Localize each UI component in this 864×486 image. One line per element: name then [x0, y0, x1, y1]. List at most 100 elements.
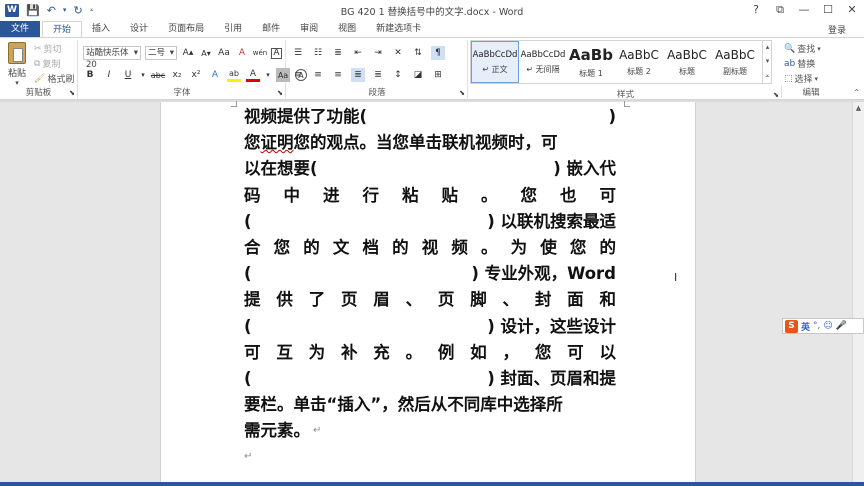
undo-dropdown-icon[interactable]: ▾	[63, 6, 67, 14]
align-right-icon[interactable]: ≡	[331, 68, 345, 82]
maximize-button[interactable]: ☐	[816, 0, 840, 20]
tab-design[interactable]: 设计	[120, 21, 158, 38]
style-subtitle[interactable]: AaBbC 副标题	[711, 41, 759, 83]
customize-qat-icon[interactable]: ⩡	[90, 6, 94, 15]
align-left-icon[interactable]: ≡	[291, 68, 305, 82]
numbering-icon[interactable]: ☷	[311, 46, 325, 60]
find-button[interactable]: 🔍 查找 ▾	[784, 42, 821, 56]
borders-icon[interactable]: ⊞	[431, 68, 445, 82]
text-line[interactable]: 可互为补充。例如，您可以	[244, 340, 616, 366]
grow-font-button[interactable]: A ▴	[181, 46, 195, 60]
text-line[interactable]: 码 中 进 行 粘 贴 。 您 也 可	[244, 183, 616, 209]
document-area[interactable]: 视频提供了功能() 您证明您的观点。当您单击联机视频时，可 以在想要() 嵌入代码 中…	[0, 101, 852, 486]
style-normal[interactable]: AaBbCcDd ↵ 正文	[471, 41, 519, 83]
ribbon-display-button[interactable]: ⧉	[768, 0, 792, 20]
clipboard-launcher-icon[interactable]: ⬊	[69, 89, 75, 97]
tab-mailings[interactable]: 邮件	[252, 21, 290, 38]
style-title[interactable]: AaBbC 标题	[663, 41, 711, 83]
document-text[interactable]: 视频提供了功能() 您证明您的观点。当您单击联机视频时，可 以在想要() 嵌入代码 中…	[244, 104, 616, 471]
align-center-icon[interactable]: ≡	[311, 68, 325, 82]
tab-references[interactable]: 引用	[214, 21, 252, 38]
font-launcher-icon[interactable]: ⬊	[277, 89, 283, 97]
increase-indent-icon[interactable]: ⇥	[371, 46, 385, 60]
text-effects-button[interactable]: A	[208, 68, 222, 82]
change-case-button[interactable]: Aa	[217, 46, 231, 60]
text-line[interactable]: 合您的文档的视频。为使您的	[244, 235, 616, 261]
style-heading-2[interactable]: AaBbC 标题 2	[615, 41, 663, 83]
close-button[interactable]: ✕	[840, 0, 864, 20]
copy-button[interactable]: ⧉ 复制	[34, 57, 60, 71]
paragraph-launcher-icon[interactable]: ⬊	[459, 89, 465, 97]
collapse-ribbon-icon[interactable]: ⌃	[853, 88, 860, 97]
format-painter-button[interactable]: 🖌 格式刷	[34, 72, 74, 86]
text-line[interactable]: 需元素。 ↵	[244, 418, 616, 444]
help-button[interactable]: ?	[744, 0, 768, 20]
strikethrough-button[interactable]: abc	[151, 68, 165, 82]
login-link[interactable]: 登录	[828, 23, 846, 36]
font-color-dropdown-icon[interactable]: ▾	[265, 68, 271, 82]
text-line[interactable]: 以在想要() 嵌入代	[244, 156, 616, 182]
text-line[interactable]: () 封面、页眉和提	[244, 366, 616, 392]
phonetic-guide-button[interactable]: wén	[253, 46, 267, 60]
sort-icon[interactable]: ⇅	[411, 46, 425, 60]
multilevel-list-icon[interactable]: ≣	[331, 46, 345, 60]
tab-view[interactable]: 视图	[328, 21, 366, 38]
justify-icon[interactable]: ≣	[351, 68, 365, 82]
tab-layout[interactable]: 页面布局	[158, 21, 214, 38]
styles-launcher-icon[interactable]: ⬊	[773, 91, 779, 99]
ime-toolbar[interactable]: S 英 °, ☺ 🎤	[782, 318, 864, 334]
tab-new[interactable]: 新建选项卡	[366, 21, 431, 38]
empty-paragraph[interactable]: ↵	[244, 444, 616, 470]
text-line[interactable]: 提供了页眉、页脚、封面和	[244, 287, 616, 313]
text-line[interactable]: () 专业外观，Word	[244, 261, 616, 287]
tab-review[interactable]: 审阅	[290, 21, 328, 38]
ime-mode[interactable]: 英	[801, 320, 810, 333]
bold-button[interactable]: B	[83, 68, 97, 82]
vertical-scrollbar[interactable]: ▲	[852, 102, 864, 486]
distributed-icon[interactable]: ≣	[371, 68, 385, 82]
more-styles-icon[interactable]: ⩡	[766, 72, 770, 81]
show-marks-icon[interactable]: ¶	[431, 46, 445, 60]
styles-scroll[interactable]: ▴ ▾ ⩡	[762, 40, 772, 84]
underline-button[interactable]: U	[121, 68, 135, 82]
tab-file[interactable]: 文件	[0, 21, 41, 38]
cut-button[interactable]: ✂ 剪切	[34, 42, 62, 56]
chevron-down-icon[interactable]: ▾	[766, 57, 770, 65]
style-no-spacing[interactable]: AaBbCcDd ↵ 无间隔	[519, 41, 567, 83]
save-icon[interactable]: 💾	[26, 4, 40, 17]
text-line[interactable]: 要栏。单击“插入”，然后从不同库中选择所	[244, 392, 616, 418]
select-button[interactable]: ⬚ 选择 ▾	[784, 72, 818, 86]
tab-insert[interactable]: 插入	[82, 21, 120, 38]
document-page[interactable]: 视频提供了功能() 您证明您的观点。当您单击联机视频时，可 以在想要() 嵌入代码 中…	[160, 101, 696, 486]
shrink-font-button[interactable]: A ▾	[199, 46, 213, 60]
underline-dropdown-icon[interactable]: ▾	[140, 68, 146, 82]
undo-icon[interactable]: ↶	[47, 4, 56, 17]
subscript-button[interactable]: x₂	[170, 68, 184, 82]
highlight-button[interactable]: ab	[227, 68, 241, 82]
decrease-indent-icon[interactable]: ⇤	[351, 46, 365, 60]
minimize-button[interactable]: —	[792, 0, 816, 20]
emoji-icon[interactable]: ☺	[823, 321, 832, 331]
font-color-button[interactable]: A	[246, 68, 260, 82]
text-line[interactable]: () 以联机搜索最适	[244, 209, 616, 235]
replace-button[interactable]: ab 替换	[784, 57, 815, 71]
line-spacing-icon[interactable]: ↕	[391, 68, 405, 82]
paste-button[interactable]: 粘贴 ▾	[6, 42, 28, 87]
chevron-up-icon[interactable]: ▴	[766, 43, 770, 51]
redo-icon[interactable]: ↻	[73, 4, 82, 17]
clear-format-button[interactable]: A	[235, 46, 249, 60]
superscript-button[interactable]: x²	[189, 68, 203, 82]
style-heading-1[interactable]: AaBb 标题 1	[567, 41, 615, 83]
scroll-up-icon[interactable]: ▲	[853, 102, 864, 114]
voice-icon[interactable]: 🎤	[836, 321, 847, 331]
font-size-combo[interactable]: 二号 ▾	[145, 46, 177, 60]
bullets-icon[interactable]: ☰	[291, 46, 305, 60]
font-name-combo[interactable]: 站酷快乐体20 ▾	[83, 46, 141, 70]
shading-icon[interactable]: ◪	[411, 68, 425, 82]
text-line[interactable]: 您证明您的观点。当您单击联机视频时，可	[244, 130, 616, 156]
tab-home[interactable]: 开始	[42, 21, 83, 38]
text-line[interactable]: 视频提供了功能()	[244, 104, 616, 130]
character-border-button[interactable]: A	[271, 47, 282, 59]
chinese-layout-icon[interactable]: ✕	[391, 46, 405, 60]
italic-button[interactable]: I	[102, 68, 116, 82]
